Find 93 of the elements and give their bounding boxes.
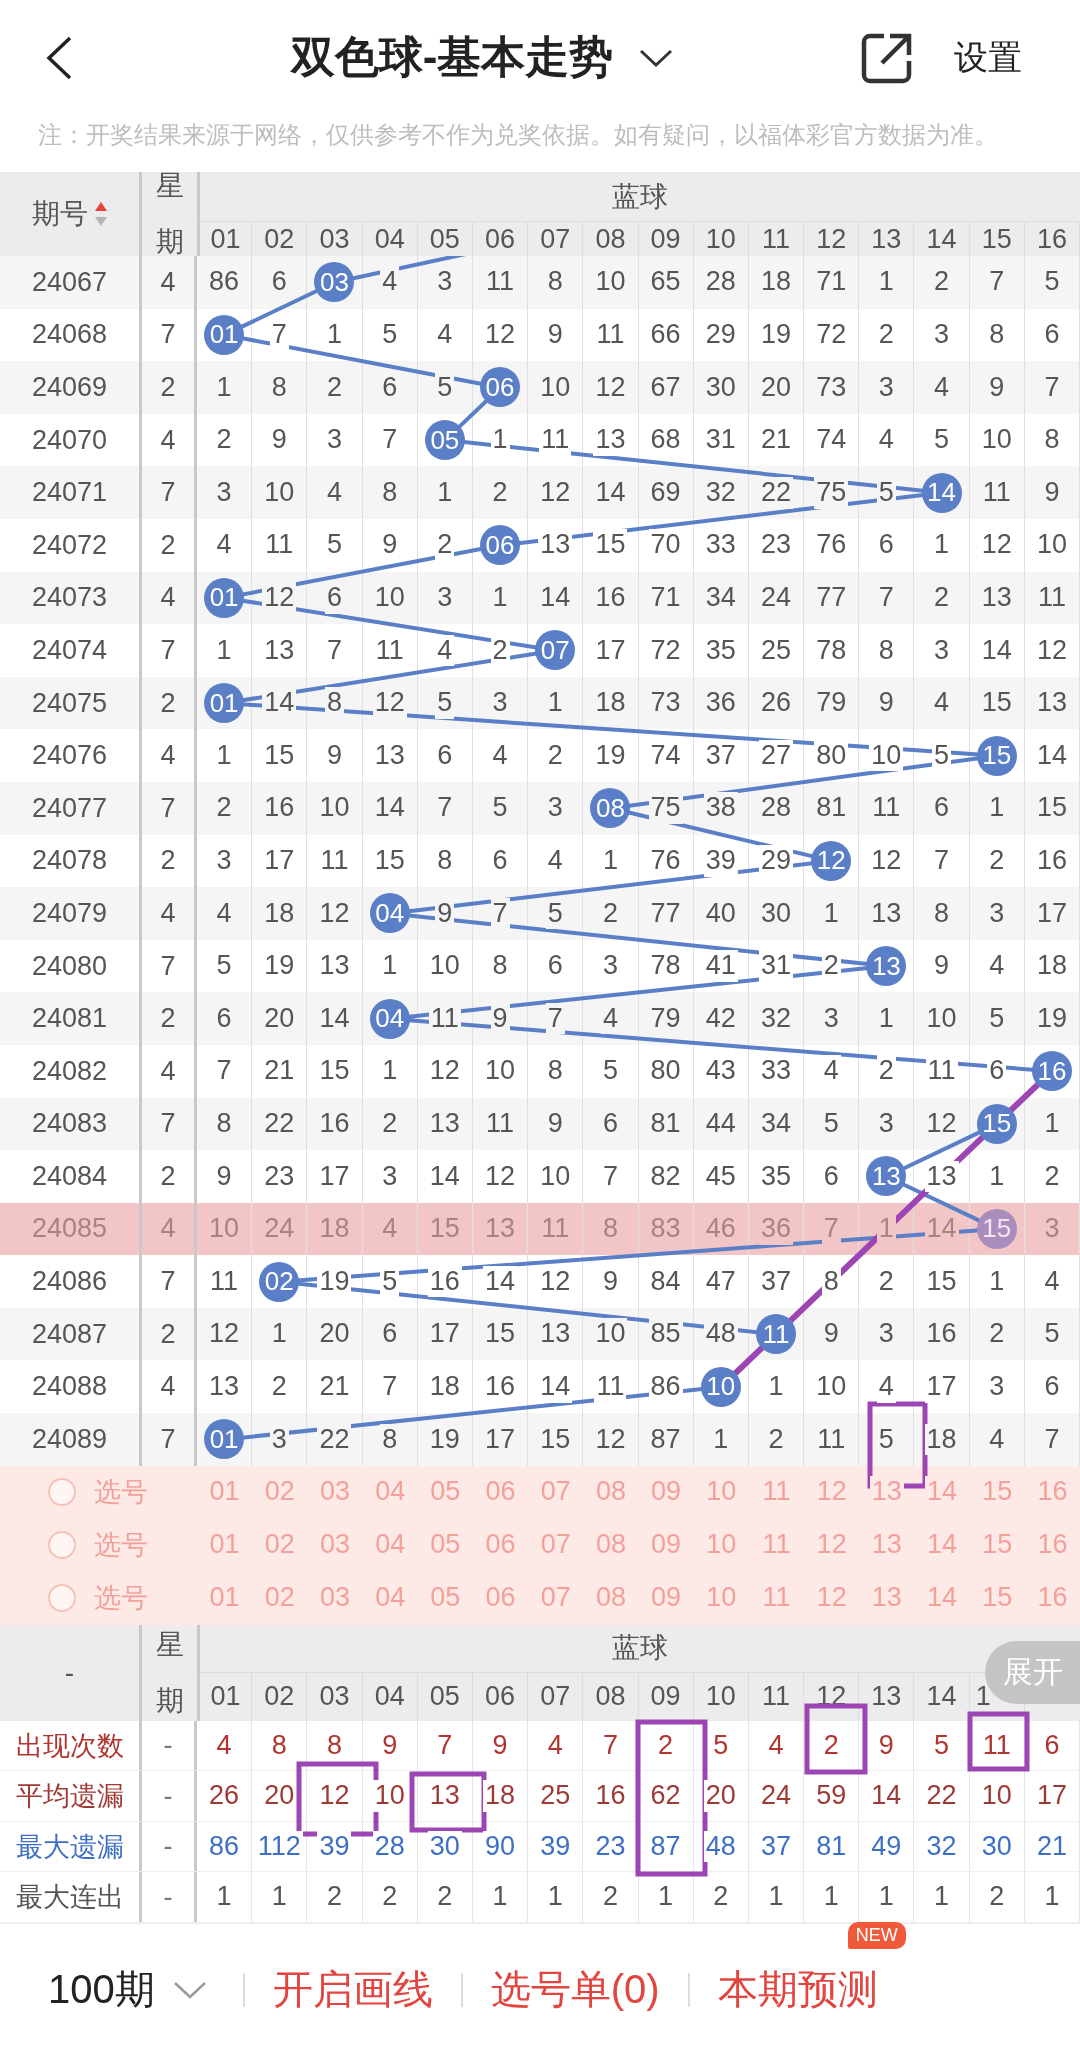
table-cell: 41 xyxy=(703,950,738,982)
sort-icon[interactable] xyxy=(93,201,108,227)
number-ball: 10 xyxy=(700,1366,741,1407)
column-header: 08 xyxy=(583,1672,639,1721)
number-ball: 01 xyxy=(204,1419,245,1460)
number-ball: 12 xyxy=(811,840,852,881)
expand-button[interactable]: 展开 xyxy=(985,1640,1080,1704)
chevron-down-icon xyxy=(172,1979,207,2000)
table-row[interactable]: 24073 4 01 12 6 10 3 1 14 16 71 34 24 77 7 2 13 11 xyxy=(0,571,1080,625)
pen-box xyxy=(804,1703,868,1775)
table-cell: 18 xyxy=(924,1423,959,1456)
table-cell: 31 xyxy=(758,950,793,982)
number-ball: 01 xyxy=(204,577,245,618)
number-ball: 15 xyxy=(976,735,1017,776)
table-row[interactable]: 24089 7 01 3 22 8 19 17 15 12 87 1 2 11 5 18 4 7 xyxy=(0,1413,1080,1466)
table-cell: 8 xyxy=(821,1265,841,1298)
action-button[interactable]: 本期预测 xyxy=(689,1952,906,2028)
radio-button[interactable] xyxy=(48,1531,76,1560)
column-header: 04 xyxy=(362,1672,418,1721)
period-header: - xyxy=(0,1624,142,1721)
period-dropdown[interactable]: 100期 xyxy=(48,1962,207,2018)
number-ball: 05 xyxy=(424,420,465,461)
number-ball: 02 xyxy=(259,1261,300,1302)
number-ball: 01 xyxy=(204,683,245,724)
page-title[interactable]: 双色球-基本走势 xyxy=(290,28,614,87)
table-cell: 12 xyxy=(262,582,297,614)
number-ball: 03 xyxy=(314,262,355,303)
table-row[interactable]: 24077 7 2 16 10 14 7 5 3 08 75 38 28 81 11 6 1 15 xyxy=(0,781,1080,835)
group-header: 蓝球 xyxy=(197,172,1080,222)
number-ball: 04 xyxy=(369,893,410,934)
column-header: 06 xyxy=(472,1672,529,1721)
table-row[interactable]: 24087 2 12 1 20 6 17 15 13 10 85 48 11 9 3 16 2 5 xyxy=(0,1307,1080,1361)
table-row[interactable]: 24085 4 10 24 18 4 15 13 11 8 83 46 36 7 1 14 15 3 xyxy=(0,1202,1080,1256)
table-cell: 10 xyxy=(372,1780,407,1812)
number-ball: 07 xyxy=(535,630,576,671)
table-row[interactable]: 24069 2 1 8 2 6 5 06 10 12 67 30 20 73 3 4 9 7 xyxy=(0,361,1080,414)
disclaimer-text: 注：开奖结果来源于网络，仅供参考不作为兑奖依据。如有疑问，以福体彩官方数据为准。 xyxy=(37,120,999,150)
column-header: 02 xyxy=(252,1672,308,1721)
table-cell: 20 xyxy=(703,1780,738,1812)
table-cell: 7 xyxy=(545,1002,565,1035)
weekday-header: 星期 xyxy=(155,172,184,256)
stat-label: 出现次数 xyxy=(0,1720,142,1771)
radio-button[interactable] xyxy=(48,1478,76,1507)
table-cell: 4 xyxy=(435,634,455,667)
column-header: 14 xyxy=(914,1672,970,1721)
table-cell: 13 xyxy=(924,1160,959,1193)
column-header: 09 xyxy=(638,1672,694,1721)
column-header: 13 xyxy=(859,1672,915,1721)
table-row[interactable]: 24075 2 01 14 8 12 5 3 1 18 73 36 26 79 9 4 15 13 xyxy=(0,676,1080,730)
table-cell: 7 xyxy=(490,897,510,930)
number-ball: 16 xyxy=(1031,1051,1072,1092)
back-icon[interactable] xyxy=(44,35,74,80)
number-ball: 06 xyxy=(480,525,521,566)
number-ball: 15 xyxy=(976,1103,1017,1144)
number-ball: 15 xyxy=(976,1209,1017,1249)
table-row[interactable]: 24083 7 8 22 16 2 13 11 9 6 81 44 34 5 3 12 15 1 xyxy=(0,1097,1080,1151)
weekday-header: 星期 xyxy=(155,1627,184,1718)
number-ball: 11 xyxy=(755,1314,796,1355)
table-row[interactable]: 24067 4 86 6 03 4 3 11 8 10 65 28 18 71 1 2 7 5 xyxy=(0,256,1080,309)
column-header: 10 xyxy=(693,1672,749,1721)
number-ball: 13 xyxy=(866,946,907,986)
table-cell: 48 xyxy=(703,1830,738,1863)
stat-label: 最大遗漏 xyxy=(0,1821,142,1872)
pen-box xyxy=(967,1711,1030,1772)
pick-label: 选号 xyxy=(94,1529,148,1563)
number-ball: 08 xyxy=(590,788,631,829)
stat-label: 最大连出 xyxy=(0,1872,142,1922)
table-cell: 16 xyxy=(427,1265,462,1298)
table-cell: 75 xyxy=(814,476,849,509)
settings-button[interactable]: 设置 xyxy=(954,34,1080,81)
action-button[interactable]: 选号单(0) xyxy=(462,1952,688,2028)
stat-label: 平均遗漏 xyxy=(0,1771,142,1821)
pick-label: 选号 xyxy=(94,1582,148,1616)
period-label: 期号 xyxy=(31,197,88,231)
chevron-down-icon[interactable] xyxy=(639,47,674,68)
table-row[interactable]: 24081 2 6 20 14 04 11 9 7 4 79 42 32 3 1 10 5 19 xyxy=(0,992,1080,1045)
period-value: 100期 xyxy=(48,1966,155,2014)
table-row[interactable]: 24079 4 4 18 12 04 9 7 5 2 77 40 30 1 13 8 3 17 xyxy=(0,887,1080,940)
column-header: 11 xyxy=(748,1672,805,1721)
action-button[interactable]: 开启画线 xyxy=(244,1952,461,2028)
column-header: 03 xyxy=(307,1672,363,1721)
table-row[interactable]: 24071 7 3 10 4 8 1 2 12 14 69 32 22 75 5 14 11 9 xyxy=(0,466,1080,519)
number-ball: 06 xyxy=(480,367,521,408)
number-ball: 01 xyxy=(204,314,245,355)
table-cell: 1 xyxy=(876,1213,896,1245)
column-header: 07 xyxy=(528,1672,584,1721)
number-ball: 13 xyxy=(866,1156,907,1197)
pick-label: 选号 xyxy=(94,1476,148,1510)
new-badge: NEW xyxy=(847,1922,906,1950)
number-ball: 04 xyxy=(369,998,410,1039)
number-ball: 14 xyxy=(921,472,962,513)
column-header: 05 xyxy=(417,1672,473,1721)
radio-button[interactable] xyxy=(48,1584,76,1613)
